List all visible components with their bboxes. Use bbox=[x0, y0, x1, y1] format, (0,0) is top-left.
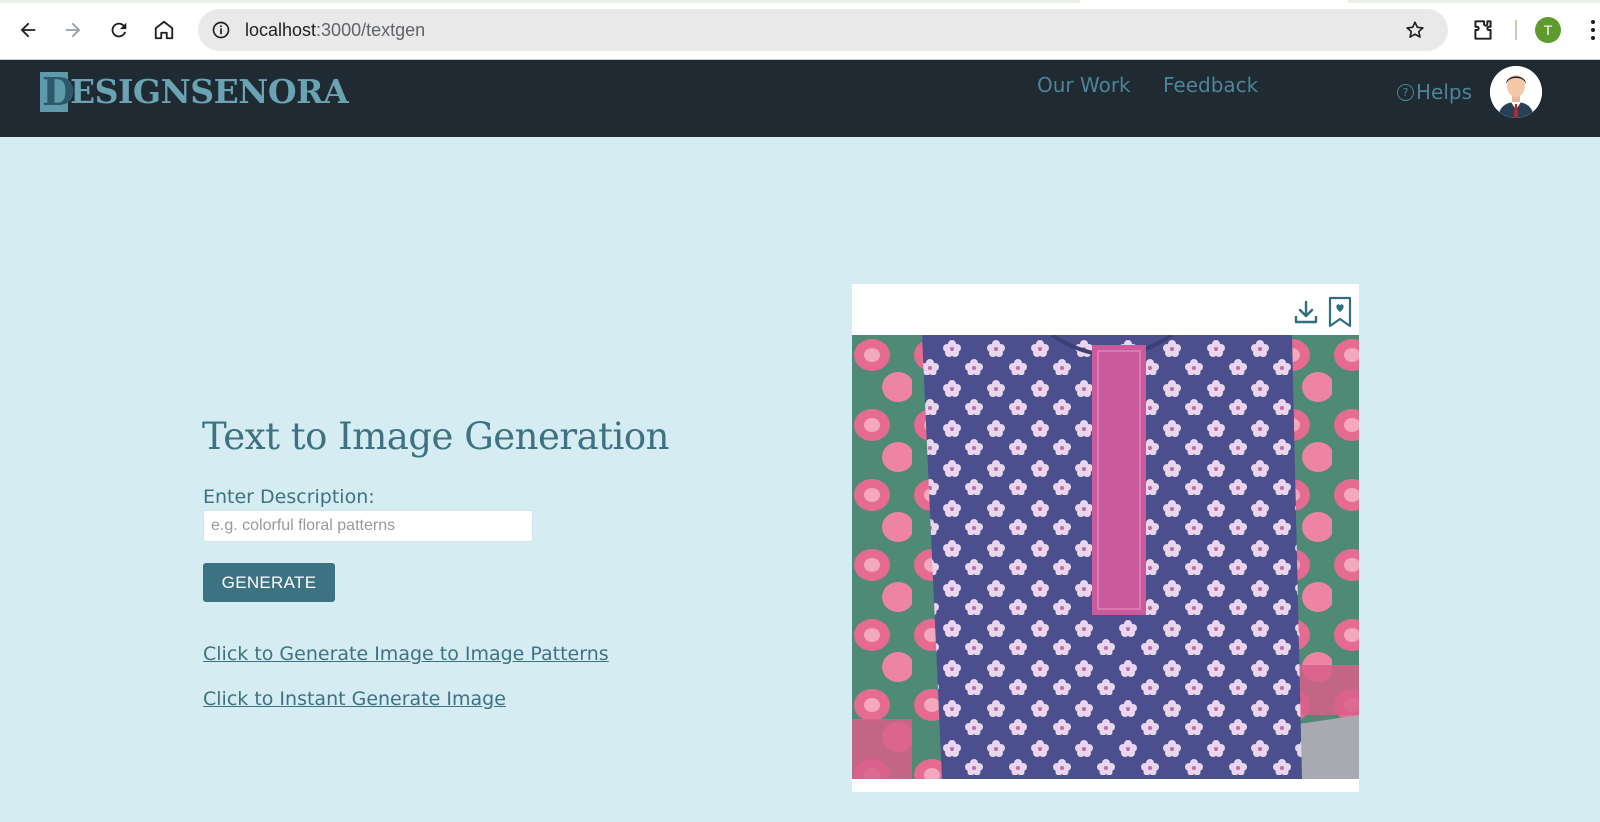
reload-icon bbox=[111, 22, 127, 38]
site-header: D ESIGNSENORA Our Work Feedback ? Helps bbox=[0, 60, 1600, 137]
generated-image-card bbox=[852, 284, 1359, 792]
logo-wordmark: ESIGNSENORA bbox=[70, 72, 349, 111]
description-input[interactable] bbox=[203, 510, 533, 542]
reload-button[interactable] bbox=[103, 14, 135, 46]
description-label: Enter Description: bbox=[203, 486, 375, 508]
arrow-left-icon bbox=[20, 22, 36, 38]
save-favorite-button[interactable] bbox=[1325, 296, 1355, 328]
image-to-image-link[interactable]: Click to Generate Image to Image Pattern… bbox=[203, 643, 609, 665]
url-host: localhost bbox=[245, 20, 317, 40]
generated-garment-image bbox=[852, 335, 1359, 779]
helps-link[interactable]: ? Helps bbox=[1397, 80, 1472, 104]
forward-button[interactable] bbox=[57, 14, 89, 46]
arrow-right-icon bbox=[65, 22, 81, 38]
help-circle-icon: ? bbox=[1397, 83, 1414, 101]
logo-mark: D bbox=[40, 72, 75, 112]
site-info-icon[interactable] bbox=[210, 19, 232, 41]
bookmark-heart-icon bbox=[1328, 296, 1352, 328]
nav-our-work[interactable]: Our Work bbox=[1037, 73, 1131, 97]
generate-button[interactable]: GENERATE bbox=[203, 563, 335, 602]
image-actions bbox=[1291, 296, 1355, 328]
browser-toolbar: localhost:3000/textgen T bbox=[0, 0, 1600, 60]
home-icon bbox=[154, 20, 174, 40]
page-title: Text to Image Generation bbox=[202, 415, 669, 458]
download-icon bbox=[1294, 300, 1318, 324]
toolbar-divider bbox=[1515, 20, 1517, 40]
nav-feedback[interactable]: Feedback bbox=[1163, 73, 1258, 97]
download-button[interactable] bbox=[1291, 296, 1321, 328]
bookmark-star-icon[interactable] bbox=[1404, 19, 1426, 41]
loading-progress-bar bbox=[0, 0, 1080, 3]
site-logo[interactable]: D ESIGNSENORA bbox=[40, 66, 349, 112]
url-text: localhost:3000/textgen bbox=[245, 20, 425, 41]
url-path: :3000/textgen bbox=[316, 20, 426, 40]
user-avatar-illustration bbox=[1490, 66, 1542, 118]
instant-generate-link[interactable]: Click to Instant Generate Image bbox=[203, 688, 506, 710]
logo-initial: D bbox=[42, 69, 75, 114]
browser-profile-avatar[interactable]: T bbox=[1535, 17, 1561, 43]
loading-progress-bar-tail bbox=[1348, 0, 1600, 3]
back-button[interactable] bbox=[12, 14, 44, 46]
helps-label: Helps bbox=[1416, 80, 1473, 104]
more-menu-icon[interactable] bbox=[1590, 18, 1596, 42]
address-bar[interactable]: localhost:3000/textgen bbox=[198, 9, 1448, 51]
user-avatar[interactable] bbox=[1490, 66, 1542, 118]
extensions-icon[interactable] bbox=[1470, 17, 1496, 43]
home-button[interactable] bbox=[148, 14, 180, 46]
